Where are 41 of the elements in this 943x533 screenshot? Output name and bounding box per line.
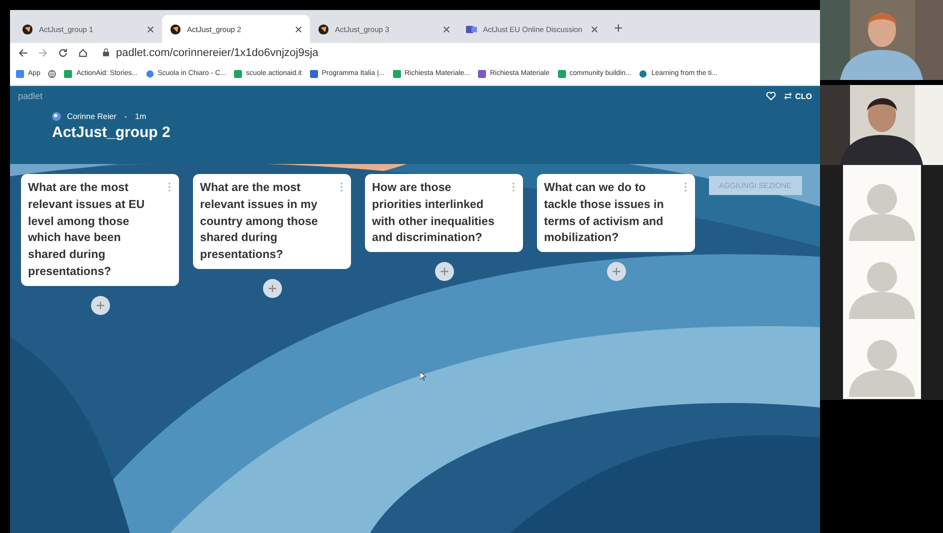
section-card: What can we do to tackle those issues in terms of activism and mobilization?	[537, 174, 695, 252]
author-name: Corinne Reier	[67, 112, 116, 121]
url-field[interactable]: padlet.com/corinnereier/1x1do6vnjzoj9sja	[116, 46, 318, 58]
padlet-favicon-icon	[22, 24, 33, 34]
close-icon[interactable]	[591, 26, 598, 32]
add-post-button[interactable]	[606, 262, 626, 282]
add-post-button[interactable]	[434, 262, 454, 282]
bookmark-icon	[234, 70, 242, 78]
home-icon[interactable]	[78, 48, 88, 58]
globe-icon[interactable]	[48, 70, 56, 78]
bookmark-icon	[392, 70, 401, 78]
heart-icon[interactable]	[766, 91, 776, 101]
bookmark-icon	[310, 70, 318, 78]
new-tab-button[interactable]: +	[614, 20, 623, 37]
lock-icon	[102, 48, 110, 57]
bookmark-icon	[639, 70, 648, 78]
cursor-icon	[420, 372, 426, 381]
bookmark-icon	[16, 70, 24, 78]
bookmark-icon	[558, 70, 566, 78]
swap-icon[interactable]	[784, 92, 792, 100]
close-icon[interactable]	[147, 26, 154, 32]
padlet-favicon-icon	[170, 24, 181, 34]
add-post-button[interactable]	[262, 278, 282, 298]
padlet-favicon-icon	[318, 24, 329, 34]
bookmark-icon	[146, 70, 154, 78]
back-icon[interactable]	[18, 48, 28, 58]
section-card: What are the most relevant issues at EU level among those which have been shared during presentations?	[21, 174, 179, 286]
close-icon[interactable]	[295, 26, 302, 32]
separator: -	[124, 112, 128, 121]
bookmark-icon	[478, 70, 486, 78]
reload-icon[interactable]	[58, 48, 68, 58]
teams-favicon-icon	[466, 24, 477, 34]
avatar-icon	[52, 112, 61, 121]
add-post-button[interactable]	[90, 296, 110, 315]
section-card: What are the most relevant issues in my country among those shared during presentations?	[193, 174, 351, 269]
bookmark-icon	[64, 70, 72, 78]
timestamp: 1m	[135, 112, 146, 121]
board-title: ActJust_group 2	[52, 124, 172, 141]
remake-button[interactable]: CLO	[795, 92, 812, 100]
close-icon[interactable]	[443, 26, 450, 32]
section-card: How are those priorities interlinked with other inequalities and discrimination?	[365, 174, 523, 252]
